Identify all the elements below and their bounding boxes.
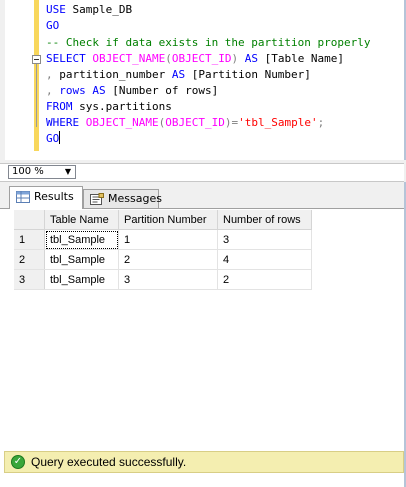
code-token: partition_number (59, 68, 172, 81)
code-token: , (46, 68, 60, 81)
table-cell[interactable]: 1 (118, 229, 218, 250)
code-token: AS (92, 84, 113, 97)
tab-results-label: Results (34, 190, 74, 203)
tab-messages[interactable]: Messages (83, 189, 162, 208)
code-token: AS (238, 52, 265, 65)
code-token: GO (46, 132, 60, 145)
code-token: [Number of rows] (112, 84, 219, 97)
grid-icon (16, 191, 30, 203)
code-token: OBJECT_NAME (85, 116, 159, 129)
code-line[interactable]: , rows AS [Number of rows] (46, 83, 218, 99)
code-token: WHERE (46, 116, 86, 129)
zoom-dropdown[interactable]: 100 % ▼ (8, 165, 76, 179)
results-grid[interactable]: Table Name Partition Number Number of ro… (14, 210, 312, 290)
code-token: sys.partitions (79, 100, 172, 113)
results-tab-strip: Results Messages (0, 182, 404, 209)
code-line[interactable]: SELECT OBJECT_NAME(OBJECT_ID) AS [Table … (46, 51, 344, 67)
code-line[interactable]: -- Check if data exists in the partition… (46, 35, 371, 51)
table-cell[interactable]: 2 (118, 249, 218, 270)
code-token: 'tbl_Sample' (238, 116, 318, 129)
table-cell[interactable]: 2 (217, 269, 312, 290)
code-token: GO (46, 19, 60, 32)
table-cell[interactable]: 3 (118, 269, 218, 290)
code-token: USE (46, 3, 73, 16)
table-cell[interactable]: 4 (217, 249, 312, 270)
messages-icon (90, 193, 104, 205)
code-token: OBJECT_ID (171, 52, 232, 65)
table-row[interactable]: 1 tbl_Sample 1 3 (14, 229, 312, 250)
table-cell[interactable]: tbl_Sample (44, 249, 119, 270)
table-cell[interactable]: tbl_Sample (44, 229, 119, 250)
code-token: ( (165, 52, 172, 65)
code-token: )= (224, 116, 239, 129)
code-token: -- Check if data exists in the partition… (46, 36, 371, 49)
code-line[interactable]: GO (46, 18, 59, 34)
code-token: [Partition Number] (191, 68, 311, 81)
column-header[interactable]: Partition Number (118, 210, 218, 230)
code-token: AS (171, 68, 192, 81)
code-token: , (46, 84, 60, 97)
zoom-bar: 100 % ▼ (0, 163, 404, 182)
code-line[interactable]: GO (46, 131, 61, 147)
zoom-value: 100 % (12, 166, 44, 177)
tab-messages-label: Messages (108, 192, 162, 205)
table-row[interactable]: 3 tbl_Sample 3 2 (14, 269, 312, 290)
code-token: OBJECT_ID (165, 116, 225, 129)
code-token: FROM (46, 100, 80, 113)
collapse-icon[interactable] (32, 55, 41, 64)
code-token: [Table Name] (264, 52, 345, 65)
status-bar: ✓ Query executed successfully. (4, 451, 404, 473)
code-token: SELECT (46, 52, 93, 65)
code-line[interactable]: USE Sample_DB (46, 2, 132, 18)
grid-header-row: Table Name Partition Number Number of ro… (14, 210, 312, 230)
table-cell[interactable]: 3 (217, 229, 312, 250)
column-header[interactable]: Table Name (44, 210, 119, 230)
code-token: OBJECT_NAME (92, 52, 166, 65)
row-number[interactable]: 2 (14, 249, 45, 270)
code-token: rows (59, 84, 93, 97)
text-cursor (59, 131, 61, 144)
code-line[interactable]: , partition_number AS [Partition Number] (46, 67, 311, 83)
row-number[interactable]: 1 (14, 229, 45, 250)
table-row[interactable]: 2 tbl_Sample 2 4 (14, 249, 312, 270)
grid-corner[interactable] (14, 210, 45, 230)
chevron-down-icon[interactable]: ▼ (65, 166, 71, 178)
row-number[interactable]: 3 (14, 269, 45, 290)
checkmark-icon: ✓ (11, 455, 25, 469)
selection-margin (0, 0, 5, 160)
code-line[interactable]: WHERE OBJECT_NAME(OBJECT_ID)='tbl_Sample… (46, 115, 324, 131)
code-line[interactable]: FROM sys.partitions (46, 99, 172, 115)
query-editor[interactable]: USE Sample_DB GO -- Check if data exists i… (0, 0, 406, 160)
results-pane: Results Messages Table Name Partition Nu… (0, 182, 406, 487)
status-text: Query executed successfully. (31, 455, 187, 469)
table-cell[interactable]: tbl_Sample (44, 269, 119, 290)
column-header[interactable]: Number of rows (217, 210, 312, 230)
code-token: ; (317, 116, 325, 129)
outline-guide (36, 64, 37, 127)
code-token: Sample_DB (72, 3, 133, 16)
tab-results[interactable]: Results (9, 186, 83, 209)
